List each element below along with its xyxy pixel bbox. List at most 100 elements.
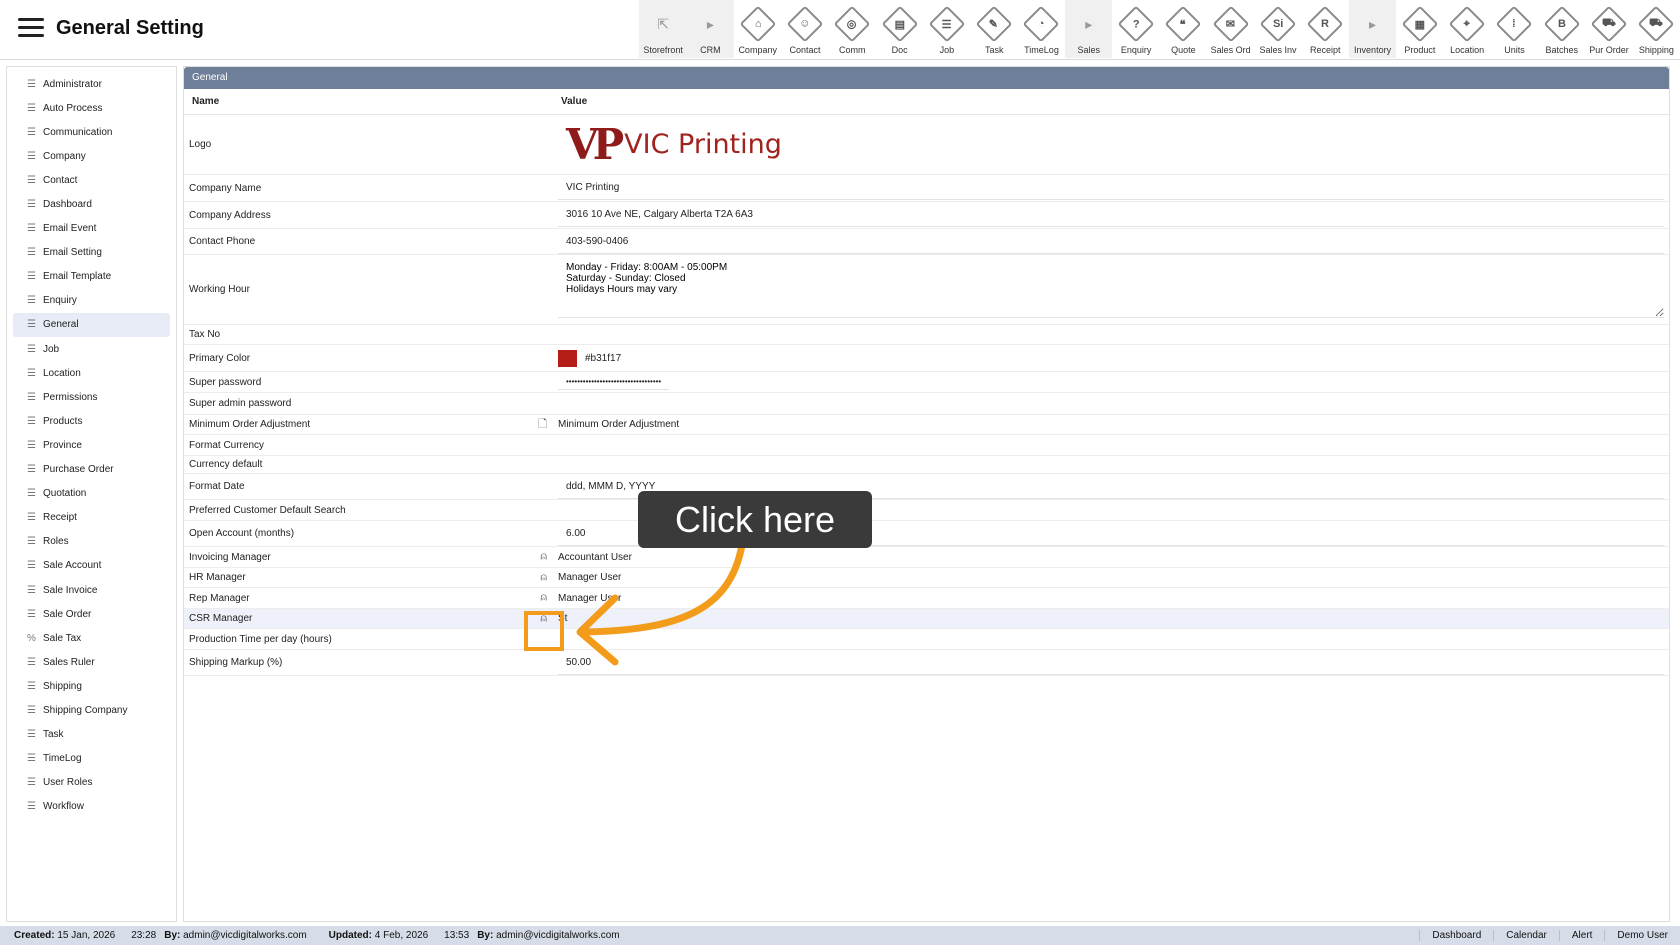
document-icon[interactable]: 🗋 [538, 415, 547, 434]
toolbar-item-receipt[interactable]: R Receipt [1302, 0, 1349, 58]
primary-color-swatch[interactable] [558, 349, 577, 367]
toolbar-item-pur-order[interactable]: ⛟ Pur Order [1585, 0, 1632, 58]
company-address-field[interactable]: 3016 10 Ave NE, Calgary Alberta T2A 6A3 [558, 203, 1664, 227]
toolbar-item-job[interactable]: ☰ Job [923, 0, 970, 58]
sidebar-item-company[interactable]: ☰ Company [13, 144, 170, 168]
toolbar-label: Enquiry [1120, 45, 1152, 55]
user-icon[interactable]: ⍝ [540, 592, 547, 605]
toolbar-item-quote[interactable]: ❝ Quote [1160, 0, 1207, 58]
format-currency-field[interactable] [553, 434, 1669, 456]
sidebar-item-task[interactable]: ☰ Task [13, 723, 170, 747]
sidebar-item-products[interactable]: ☰ Products [13, 409, 170, 433]
toolbar-item-shipping[interactable]: ⛟ Shipping [1633, 0, 1680, 58]
min-order-adjustment-field[interactable]: Minimum Order Adjustment [553, 414, 1669, 435]
toolbar-item-sales[interactable]: ▸ Sales [1065, 0, 1113, 58]
sidebar-item-label: Communication [43, 126, 113, 138]
sidebar-item-email-template[interactable]: ☰ Email Template [13, 265, 170, 289]
toolbar-item-units[interactable]: ⁞ Units [1491, 0, 1538, 58]
toolbar-item-storefront[interactable]: ⇱ Storefront [639, 0, 687, 58]
settings-panel: General Name Value Logo VP VIC Printing … [183, 66, 1670, 922]
super-admin-password-field[interactable] [553, 392, 1669, 415]
click-here-callout: Click here [638, 491, 872, 548]
toolbar-item-doc[interactable]: ▤ Doc [876, 0, 923, 58]
toolbar-item-crm[interactable]: ▸ CRM [686, 0, 735, 58]
toolbar-item-inventory[interactable]: ▸ Inventory [1348, 0, 1397, 58]
shipping-markup-field[interactable]: 50.00 [558, 651, 1664, 675]
sidebar-item-administrator[interactable]: ☰ Administrator [13, 72, 170, 96]
sidebar-item-email-setting[interactable]: ☰ Email Setting [13, 241, 170, 265]
sidebar-item-job[interactable]: ☰ Job [13, 337, 170, 361]
footer-link-calendar[interactable]: Calendar [1493, 930, 1559, 941]
sidebar-item-roles[interactable]: ☰ Roles [13, 530, 170, 554]
sidebar-item-quotation[interactable]: ☰ Quotation [13, 482, 170, 506]
sidebar-item-purchase-order[interactable]: ☰ Purchase Order [13, 458, 170, 482]
table-row: Format Currency [184, 434, 1669, 456]
sidebar-item-email-event[interactable]: ☰ Email Event [13, 217, 170, 241]
sidebar-item-workflow[interactable]: ☰ Workflow [13, 795, 170, 819]
toolbar-item-location[interactable]: ⌖ Location [1444, 0, 1491, 58]
toolbar-item-sales-ord[interactable]: ✉ Sales Ord [1207, 0, 1254, 58]
toolbar-item-timelog[interactable]: ◔ TimeLog [1018, 0, 1065, 58]
sidebar-item-sale-account[interactable]: ☰ Sale Account [13, 554, 170, 578]
company-logo[interactable]: VP VIC Printing [558, 115, 1664, 174]
sidebar-item-shipping-company[interactable]: ☰ Shipping Company [13, 698, 170, 722]
hr-manager-value[interactable]: Manager User [553, 567, 1669, 588]
sidebar-item-enquiry[interactable]: ☰ Enquiry [13, 289, 170, 313]
updated-by: admin@vicdigitalworks.com [496, 930, 620, 941]
toolbar-item-task[interactable]: ✎ Task [971, 0, 1018, 58]
sidebar-item-user-roles[interactable]: ☰ User Roles [13, 771, 170, 795]
user-icon[interactable]: ⍝ [540, 571, 547, 584]
sidebar-list: ☰ Administrator ☰ Auto Process ☰ Communicatio… [7, 67, 176, 819]
row-label: Currency default [184, 455, 553, 474]
primary-color-value[interactable]: #b31f17 [585, 353, 621, 364]
footer-link-user[interactable]: Demo User [1604, 930, 1680, 941]
toolbar-item-company[interactable]: ⌂ Company [734, 0, 781, 58]
rep-manager-value[interactable]: Manager User [553, 587, 1669, 609]
toolbar-item-comm[interactable]: ◎ Comm [829, 0, 876, 58]
sidebar-item-contact[interactable]: ☰ Contact [13, 168, 170, 192]
toolbar-item-batches[interactable]: B Batches [1538, 0, 1585, 58]
table-row: Preferred Customer Default Search [184, 499, 1669, 521]
sidebar-item-sale-tax[interactable]: % Sale Tax [13, 626, 170, 650]
toolbar-label: Location [1450, 45, 1485, 55]
sidebar-item-timelog[interactable]: ☰ TimeLog [13, 747, 170, 771]
company-name-field[interactable]: VIC Printing [558, 176, 1664, 200]
sidebar-item-location[interactable]: ☰ Location [13, 361, 170, 385]
sidebar-item-province[interactable]: ☰ Province [13, 433, 170, 457]
table-row: CSR Manager ⍝ St [184, 608, 1669, 629]
user-icon[interactable]: ⍝ [540, 551, 547, 564]
toolbar-label: Storefront [643, 45, 683, 55]
production-time-field[interactable] [553, 628, 1669, 650]
currency-default-field[interactable] [553, 455, 1669, 474]
sidebar-item-dashboard[interactable]: ☰ Dashboard [13, 192, 170, 216]
sidebar-item-sale-invoice[interactable]: ☰ Sale Invoice [13, 578, 170, 602]
super-password-field[interactable]: •••••••••••••••••••••••••••••••••• [558, 374, 670, 390]
sidebar-item-label: User Roles [43, 777, 93, 789]
hamburger-menu-icon[interactable] [18, 18, 44, 38]
sidebar-item-label: Email Event [43, 223, 97, 235]
footer-link-alert[interactable]: Alert [1558, 930, 1605, 941]
sidebar-item-label: Dashboard [43, 199, 92, 211]
toolbar-item-contact[interactable]: ☺ Contact [781, 0, 828, 58]
sidebar-item-permissions[interactable]: ☰ Permissions [13, 385, 170, 409]
page-title: General Setting [56, 17, 204, 39]
sidebar-item-auto-process[interactable]: ☰ Auto Process [13, 96, 170, 120]
list-icon: ☰ [27, 656, 36, 668]
invoicing-manager-value[interactable]: Accountant User [553, 546, 1669, 568]
created-time: 23:28 [131, 930, 157, 941]
csr-manager-value[interactable]: St [553, 608, 1669, 629]
sidebar-item-shipping[interactable]: ☰ Shipping [13, 674, 170, 698]
sidebar-item-sale-order[interactable]: ☰ Sale Order [13, 602, 170, 626]
toolbar-item-enquiry[interactable]: ? Enquiry [1112, 0, 1159, 58]
contact-phone-field[interactable]: 403-590-0406 [558, 230, 1664, 254]
sidebar-item-general[interactable]: ☰ General [13, 312, 170, 338]
toolbar-item-product[interactable]: ▦ Product [1396, 0, 1443, 58]
tax-no-field[interactable] [553, 324, 1669, 345]
sales-order-icon: ✉ [1212, 5, 1250, 43]
footer-link-dashboard[interactable]: Dashboard [1419, 930, 1493, 941]
sidebar-item-receipt[interactable]: ☰ Receipt [13, 506, 170, 530]
sidebar-item-communication[interactable]: ☰ Communication [13, 120, 170, 144]
sidebar-item-sales-ruler[interactable]: ☰ Sales Ruler [13, 650, 170, 674]
working-hour-textarea[interactable] [558, 258, 1664, 318]
toolbar-item-sales-inv[interactable]: Si Sales Inv [1254, 0, 1301, 58]
